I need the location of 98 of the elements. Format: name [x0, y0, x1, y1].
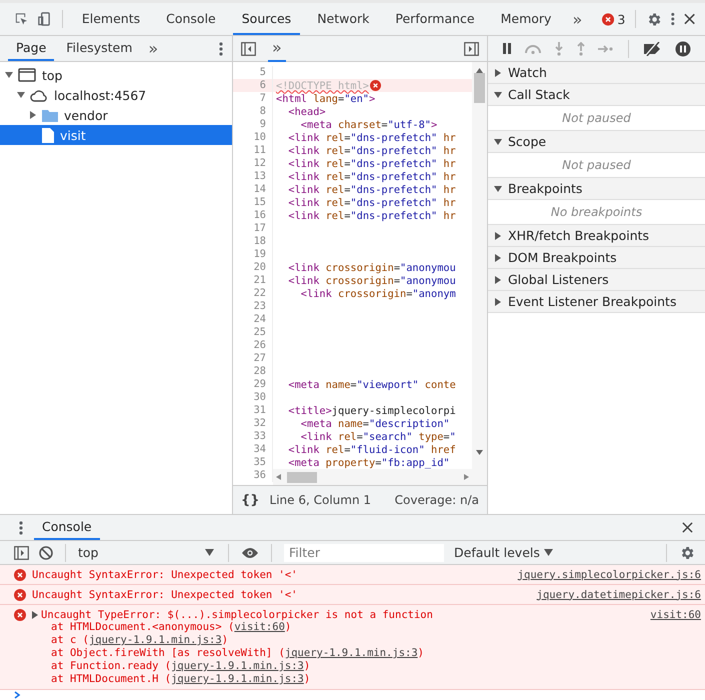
- line-number: 34: [233, 443, 273, 456]
- code-line: <link rel="dns-prefetch" hr: [287, 158, 456, 170]
- line-number: 13: [233, 170, 273, 183]
- code-line: <meta property="fb:app_id": [287, 456, 450, 468]
- error-count: 3: [617, 12, 626, 26]
- stack-trace-line: at Function.ready (jquery-1.9.1.min.js:3): [50, 660, 312, 673]
- line-number: 11: [233, 144, 273, 157]
- code-line: <link rel="dns-prefetch" hr: [287, 170, 456, 182]
- error-message: Uncaught SyntaxError: Unexpected token '<': [32, 588, 298, 600]
- line-number: 7: [233, 92, 273, 105]
- line-number: 14: [233, 183, 273, 196]
- code-line: <link rel="dns-prefetch" hr: [287, 144, 456, 156]
- stack-trace-line: at HTMLDocument.<anonymous> (visit:60): [50, 621, 292, 634]
- code-line: <link crossorigin="anonymou: [287, 274, 456, 286]
- line-number: 17: [233, 222, 273, 235]
- section-header[interactable]: Event Listener Breakpoints: [488, 291, 705, 312]
- status-message: Not paused: [562, 111, 631, 125]
- line-number: 26: [233, 339, 273, 352]
- panel-tab[interactable]: Elements: [72, 3, 150, 35]
- stack-trace-line: at Object.fireWith [as resolveWith] (jquery-1.9.1.min.js:3): [50, 647, 425, 660]
- tree-item[interactable]: vendor: [0, 105, 232, 125]
- line-number: 33: [233, 430, 273, 443]
- source-link[interactable]: jquery-1.9.1.min.js:3: [88, 634, 222, 646]
- tree-item[interactable]: localhost:4567: [0, 85, 232, 105]
- section-header[interactable]: Call Stack: [488, 84, 705, 105]
- line-number: 19: [233, 248, 273, 261]
- line-number: 16: [233, 209, 273, 222]
- line-number: 29: [233, 378, 273, 391]
- status-message: No breakpoints: [550, 205, 642, 219]
- source-link[interactable]: jquery-1.9.1.min.js:3: [171, 660, 304, 672]
- more-tabs-button[interactable]: »: [568, 10, 586, 28]
- section-header[interactable]: DOM Breakpoints: [488, 247, 705, 268]
- code-line: <meta charset="utf-8">: [300, 118, 438, 130]
- line-number: 21: [233, 274, 273, 287]
- source-link[interactable]: jquery-1.9.1.min.js:3: [284, 647, 418, 659]
- navigator-tab[interactable]: Filesystem: [58, 36, 140, 61]
- code-line: <meta name="viewport" conte: [287, 378, 456, 390]
- line-number: 28: [233, 365, 273, 378]
- log-levels-dropdown[interactable]: Default levels: [454, 545, 553, 560]
- section-header[interactable]: Global Listeners: [488, 269, 705, 290]
- filter-field[interactable]: Filter: [284, 544, 444, 562]
- line-number: 23: [233, 300, 273, 313]
- section-header[interactable]: Breakpoints: [488, 178, 705, 199]
- code-line: <link rel="search" type=": [300, 430, 456, 442]
- error-message: Uncaught SyntaxError: Unexpected token '<': [32, 568, 298, 580]
- context-select[interactable]: top: [78, 545, 216, 560]
- status-message: Not paused: [562, 158, 631, 172]
- coverage-status: Coverage: n/a: [394, 493, 479, 507]
- pretty-print-button[interactable]: {}: [241, 492, 260, 508]
- line-number: 10: [233, 131, 273, 144]
- source-link[interactable]: visit:60: [234, 621, 285, 633]
- line-number: 18: [233, 235, 273, 248]
- line-number: 15: [233, 196, 273, 209]
- line-number: 12: [233, 157, 273, 170]
- section-header[interactable]: Watch: [488, 62, 705, 83]
- code-line: <head>: [287, 106, 326, 118]
- tree-item[interactable]: top: [0, 65, 232, 85]
- code-line: <link rel="dns-prefetch" hr: [287, 184, 456, 196]
- code-line: <meta name="description": [300, 418, 450, 430]
- code-line: <link crossorigin="anonym: [300, 288, 456, 300]
- panel-tab[interactable]: Memory: [492, 3, 560, 35]
- code-line: <title>jquery-simplecolorpi: [287, 404, 456, 416]
- code-line: <link crossorigin="anonymou: [287, 262, 456, 274]
- line-number: 24: [233, 313, 273, 326]
- line-number: 32: [233, 417, 273, 430]
- code-line: <!DOCTYPE html>: [276, 80, 369, 92]
- stack-trace-line: at HTMLDocument.H (jquery-1.9.1.min.js:3): [50, 673, 312, 686]
- section-header[interactable]: Scope: [488, 131, 705, 152]
- line-number: 31: [233, 404, 273, 417]
- source-link[interactable]: jquery.simplecolorpicker.js:6: [518, 568, 701, 580]
- more-tabs-button[interactable]: »: [268, 36, 286, 62]
- tree-item[interactable]: visit: [0, 125, 232, 145]
- navigator-tab[interactable]: Page: [8, 36, 54, 61]
- code-line: <html lang="en">: [276, 92, 376, 104]
- line-number: 22: [233, 287, 273, 300]
- error-message: Uncaught TypeError: $(...).simplecolorpicker is not a function: [41, 608, 433, 620]
- line-number: 9: [233, 118, 273, 131]
- line-number: 30: [233, 391, 273, 404]
- panel-tab[interactable]: Performance: [386, 3, 484, 35]
- line-number: 6: [233, 79, 273, 92]
- source-link[interactable]: visit:60: [650, 608, 701, 620]
- code-line: <link rel="fluid-icon" href: [287, 444, 456, 456]
- source-link[interactable]: jquery.datetimepicker.js:6: [536, 588, 701, 600]
- section-header[interactable]: XHR/fetch Breakpoints: [488, 225, 705, 246]
- code-line: <link rel="dns-prefetch" hr: [287, 196, 456, 208]
- line-number: 35: [233, 456, 273, 469]
- panel-tab[interactable]: Network: [308, 3, 378, 35]
- line-number: 25: [233, 326, 273, 339]
- line-number: 27: [233, 352, 273, 365]
- panel-tab[interactable]: Console: [157, 3, 225, 35]
- stack-trace-line: at c (jquery-1.9.1.min.js:3): [50, 634, 230, 647]
- code-line: <link rel="dns-prefetch" hr: [287, 210, 456, 222]
- line-number: 8: [233, 105, 273, 118]
- line-number: 20: [233, 261, 273, 274]
- more-tabs-button[interactable]: »: [144, 39, 162, 58]
- code-line: <link rel="dns-prefetch" hr: [287, 132, 456, 144]
- cursor-position: Line 6, Column 1: [270, 493, 372, 507]
- source-link[interactable]: jquery-1.9.1.min.js:3: [171, 673, 304, 685]
